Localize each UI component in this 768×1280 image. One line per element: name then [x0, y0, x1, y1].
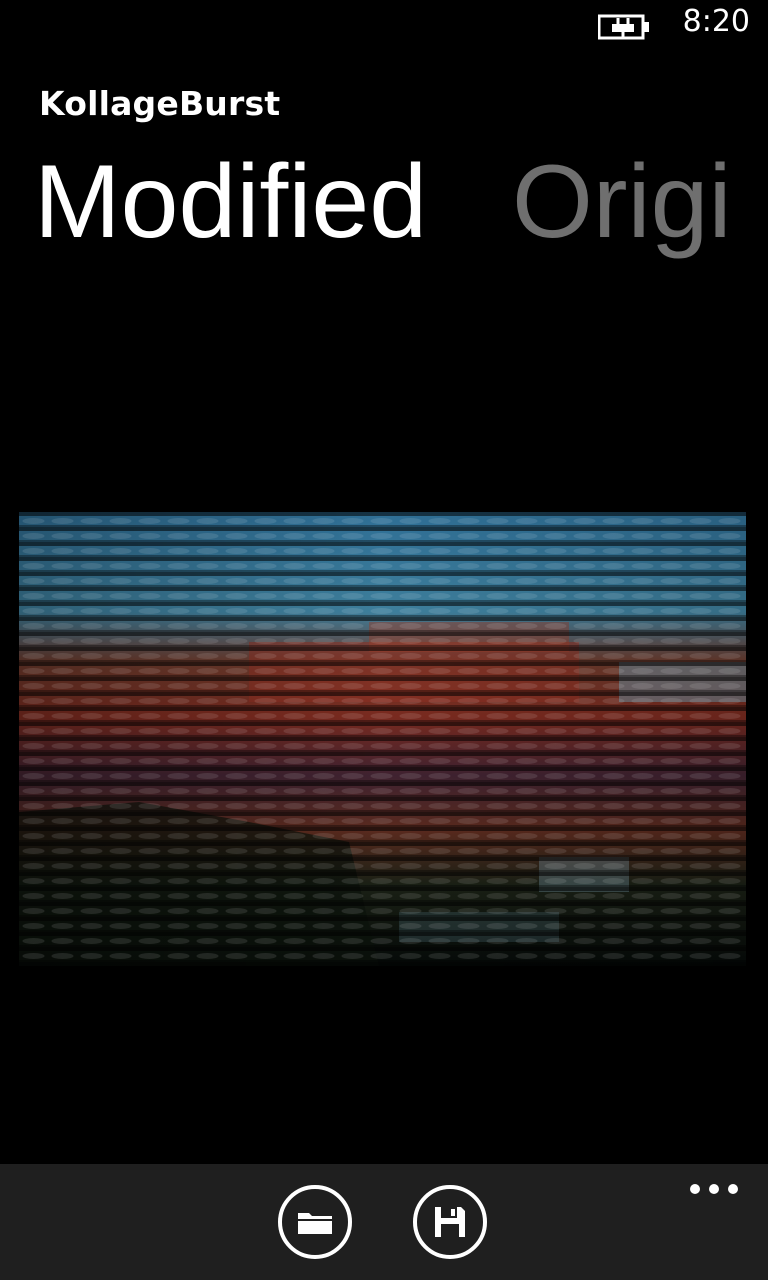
open-button[interactable]	[278, 1185, 352, 1259]
status-bar: 8:20	[0, 0, 768, 50]
app-title: KollageBurst	[39, 84, 281, 123]
save-button[interactable]	[413, 1185, 487, 1259]
folder-icon	[298, 1213, 332, 1234]
mosaic-image	[19, 512, 746, 966]
save-icon	[435, 1207, 465, 1237]
more-button[interactable]	[690, 1178, 740, 1198]
tab-original[interactable]: Origi	[512, 142, 732, 262]
app-bar	[0, 1164, 768, 1280]
battery-charging-icon	[597, 12, 652, 42]
clock: 8:20	[682, 4, 750, 39]
tab-modified[interactable]: Modified	[34, 142, 427, 262]
pivot-header: Modified Origi	[0, 142, 768, 262]
more-icon	[690, 1184, 700, 1194]
